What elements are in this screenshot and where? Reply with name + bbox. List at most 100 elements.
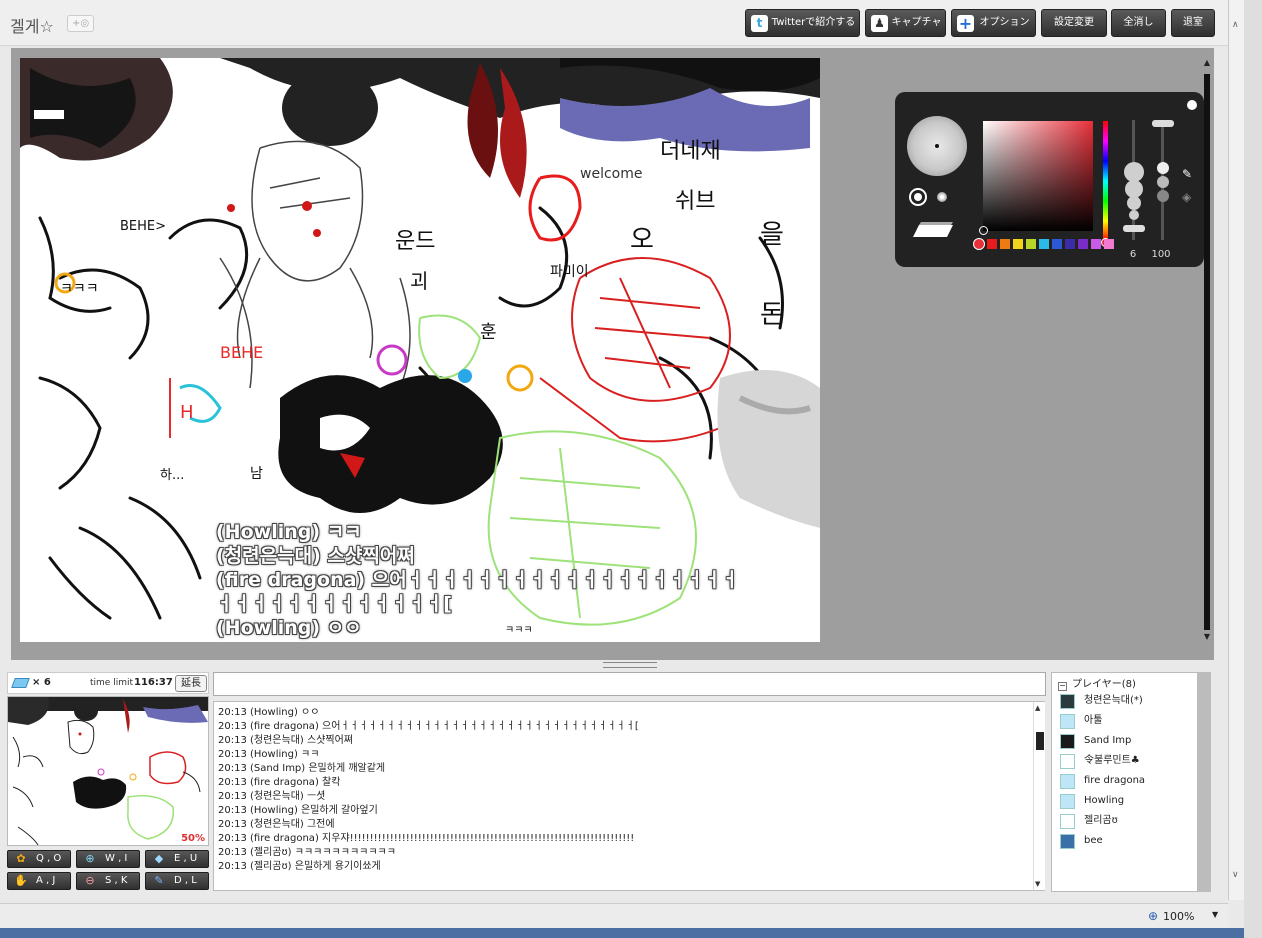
scroll-down-icon[interactable]: ▼ (1035, 880, 1040, 888)
option-button[interactable]: + オプション (951, 9, 1036, 37)
canvas-thumbnail[interactable]: 50% (7, 696, 209, 846)
chat-input[interactable] (213, 672, 1046, 696)
pen-tool-button[interactable]: ✎ D , L (145, 872, 209, 890)
palette-icon: ✿ (16, 852, 26, 865)
eraser-tool-button[interactable]: ◆ E , U (145, 850, 209, 868)
opacity-preview (1157, 176, 1169, 188)
plus-icon: + (957, 14, 974, 33)
zoom-icon[interactable]: ⊕ (1148, 909, 1158, 923)
app-window: 겔게☆ +◎ t Twitterで紹介する ♟ キャプチャ + オプション 設定… (0, 0, 1262, 938)
canvas-chat-line: (청련은늑대) 스샷찍어쪄 (216, 545, 415, 567)
hand-icon: ✋ (14, 874, 28, 887)
chevron-down-icon[interactable]: ▼ (1212, 910, 1218, 919)
player-name: bee (1084, 835, 1103, 846)
room-title: 겔게☆ (10, 17, 54, 36)
avatar (1060, 754, 1075, 769)
brush-size-value: 6 (1129, 249, 1137, 260)
player-list-scrollbar[interactable] (1197, 672, 1211, 892)
background-window (1244, 0, 1262, 938)
player-name: 청련은늑대(*) (1084, 695, 1143, 706)
opacity-preview (1157, 190, 1169, 202)
avatar (1060, 814, 1075, 829)
thumbnail-zoom: 50% (181, 833, 205, 844)
current-color-swatch[interactable] (973, 238, 985, 250)
layer-shape-icon[interactable] (913, 222, 953, 240)
window-scrollbar[interactable]: ∧ ∨ (1228, 0, 1244, 900)
scroll-up-icon[interactable]: ▲ (1202, 58, 1212, 67)
chat-message: 20:13 (Howling) ㅋㅋ (218, 749, 320, 760)
swatch[interactable] (1039, 239, 1049, 249)
status-bar: ⊕ 100% ▼ (0, 903, 1228, 928)
palette-tool-button[interactable]: ✿ Q , O (7, 850, 71, 868)
swatch[interactable] (1000, 239, 1010, 249)
brush-size-slider[interactable] (1121, 120, 1147, 240)
player-name: fire dragona (1084, 775, 1146, 786)
twitter-share-label: Twitterで紹介する (771, 17, 856, 28)
tool-shortcut: E , U (174, 853, 198, 864)
player-list: − プレイヤー(8) 청련은늑대(*) 아툴 Sand Imp 令불루민트♣ fi… (1051, 672, 1211, 892)
scroll-down-icon[interactable]: ∨ (1232, 870, 1239, 880)
swatch[interactable] (1052, 239, 1062, 249)
chat-scrollbar[interactable]: ▲ ▼ (1033, 702, 1045, 890)
drawing-canvas[interactable]: BEHE> ㅋㅋㅋ 운드 괴 더네재 쉬브 오 을 돈 훈 파미이 하... 남… (20, 58, 820, 642)
swatch[interactable] (1065, 239, 1075, 249)
canvas-chat-line: ㅓㅓㅓㅓㅓㅓㅓㅓㅓㅓㅓㅓㅓ[ (216, 593, 452, 615)
collapse-icon[interactable]: − (1058, 682, 1067, 691)
eraser-icon[interactable]: ◈ (1182, 190, 1191, 204)
panel-close-icon[interactable] (1187, 100, 1197, 110)
scroll-down-icon[interactable]: ▼ (1202, 632, 1212, 641)
chat-scrollbar-thumb[interactable] (1036, 732, 1044, 750)
panel-splitter[interactable] (603, 662, 657, 668)
extend-time-button[interactable]: 延長 (175, 675, 207, 692)
color-picker-marker[interactable] (979, 226, 988, 235)
svg-text:더네재: 더네재 (660, 139, 721, 164)
opacity-slider[interactable] (1150, 120, 1176, 240)
color-saturation-box[interactable] (983, 121, 1093, 231)
brush-preview (907, 116, 967, 176)
pen-icon[interactable]: ✎ (1182, 167, 1192, 181)
avatar (1060, 834, 1075, 849)
svg-text:남: 남 (250, 466, 263, 482)
svg-text:welcome: welcome (580, 166, 642, 182)
room-add-button[interactable]: +◎ (67, 15, 94, 32)
swatch[interactable] (987, 239, 997, 249)
swatch[interactable] (1026, 239, 1036, 249)
canvas-chat-line: (fire dragona) 으어ㅓㅓㅓㅓㅓㅓㅓㅓㅓㅓㅓㅓㅓㅓㅓㅓㅓㅓㅓ (216, 569, 739, 591)
option-label: オプション (979, 17, 1030, 28)
swatch[interactable] (1013, 239, 1023, 249)
svg-text:H: H (180, 402, 194, 423)
page-zoom-level[interactable]: 100% (1163, 910, 1194, 923)
tool-shortcut: Q , O (36, 853, 62, 864)
player-list-header[interactable]: − プレイヤー(8) (1058, 675, 1136, 691)
chat-message: 20:13 (Howling) ㅇㅇ (218, 707, 320, 718)
brush-soft-icon[interactable] (937, 192, 947, 202)
twitter-share-button[interactable]: t Twitterで紹介する (745, 9, 860, 37)
exit-room-button[interactable]: 退室 (1171, 9, 1215, 37)
swatch[interactable] (1091, 239, 1101, 249)
swatch[interactable] (1104, 239, 1114, 249)
scroll-up-icon[interactable]: ▲ (1035, 704, 1040, 712)
opacity-slider-knob[interactable] (1152, 120, 1174, 127)
canvas-scrollbar-thumb[interactable] (1204, 74, 1210, 630)
brush-dot (935, 144, 939, 148)
clear-all-button[interactable]: 全消し (1111, 9, 1166, 37)
chat-message: 20:13 (젤리곰ʊ) 은밀하게 용기이쑈게 (218, 861, 381, 872)
tool-buttons: ✿ Q , O ⊕ W , I ◆ E , U ✋ A , J ⊖ S , K … (7, 850, 209, 892)
swatch[interactable] (1078, 239, 1088, 249)
zoom-out-tool-button[interactable]: ⊖ S , K (76, 872, 140, 890)
opacity-value: 100 (1151, 249, 1171, 260)
svg-text:돈: 돈 (760, 300, 784, 330)
scroll-up-icon[interactable]: ∧ (1232, 20, 1239, 30)
tool-shortcut: D , L (174, 875, 197, 886)
chat-message: 20:13 (fire dragona) 지우쟈!!!!!!!!!!!!!!!!… (218, 833, 635, 844)
svg-text:쉬브: 쉬브 (675, 189, 715, 214)
capture-button[interactable]: ♟ キャプチャ (865, 9, 946, 37)
chat-log: 20:13 (Howling) ㅇㅇ 20:13 (fire dragona) … (213, 701, 1045, 891)
color-swatches (973, 237, 1117, 251)
size-slider-knob[interactable] (1123, 225, 1145, 232)
hand-tool-button[interactable]: ✋ A , J (7, 872, 71, 890)
zoom-in-tool-button[interactable]: ⊕ W , I (76, 850, 140, 868)
hue-slider[interactable] (1103, 121, 1108, 241)
settings-button[interactable]: 設定変更 (1041, 9, 1107, 37)
brush-hard-icon[interactable] (909, 188, 927, 206)
